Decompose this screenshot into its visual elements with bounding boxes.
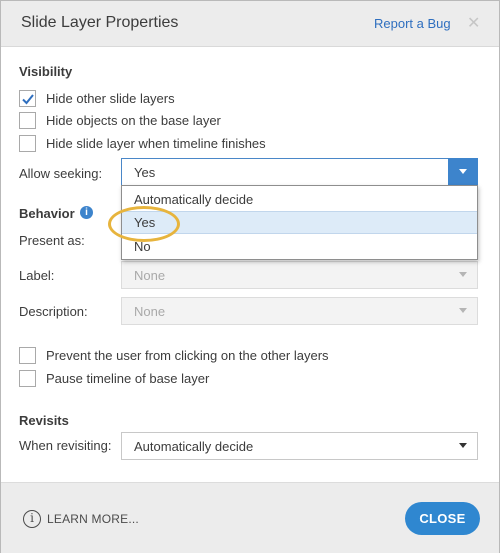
description-select: None	[121, 297, 478, 325]
present-as-label: Present as:	[19, 233, 85, 248]
prevent-clicking-label: Prevent the user from clicking on the ot…	[46, 347, 329, 363]
hide-other-layers-checkbox[interactable]	[19, 89, 36, 107]
hide-other-layers-option[interactable]: Hide other slide layers	[19, 89, 175, 107]
hide-when-timeline-finishes-option[interactable]: Hide slide layer when timeline finishes	[19, 134, 266, 152]
report-bug-link[interactable]: Report a Bug	[374, 16, 451, 31]
allow-seeking-value: Yes	[134, 165, 156, 180]
chevron-down-icon	[459, 272, 467, 277]
dropdown-option-no[interactable]: No	[122, 235, 477, 258]
close-button[interactable]: CLOSE	[405, 502, 480, 535]
label-field-label: Label:	[19, 268, 55, 283]
close-icon[interactable]: ✕	[467, 13, 480, 33]
hide-other-layers-label: Hide other slide layers	[46, 90, 175, 106]
allow-seeking-dropdown-menu: Automatically decide Yes No	[121, 185, 478, 260]
behavior-heading: Behavior	[19, 206, 75, 221]
learn-more-link[interactable]: i LEARN MORE...	[23, 510, 139, 528]
chevron-down-icon	[459, 169, 467, 174]
description-select-value: None	[134, 304, 166, 319]
checkmark-icon	[22, 93, 34, 104]
label-select: None	[121, 261, 478, 289]
chevron-down-icon	[459, 443, 467, 448]
dialog-titlebar: Slide Layer Properties Report a Bug ✕	[1, 1, 499, 47]
pause-base-timeline-label: Pause timeline of base layer	[46, 370, 210, 386]
info-circle-icon: i	[23, 510, 41, 528]
dialog-title: Slide Layer Properties	[21, 14, 179, 31]
hide-base-layer-objects-label: Hide objects on the base layer	[46, 112, 221, 128]
hide-when-timeline-finishes-checkbox[interactable]	[19, 134, 36, 152]
allow-seeking-label: Allow seeking:	[19, 166, 103, 181]
dialog-footer: i LEARN MORE... CLOSE	[1, 482, 499, 553]
pause-base-timeline-option[interactable]: Pause timeline of base layer	[19, 369, 209, 387]
when-revisiting-value: Automatically decide	[134, 439, 254, 454]
revisits-heading: Revisits	[19, 413, 69, 428]
when-revisiting-label: When revisiting:	[19, 438, 112, 453]
dropdown-option-yes[interactable]: Yes	[122, 211, 477, 234]
hide-base-layer-objects-option[interactable]: Hide objects on the base layer	[19, 111, 221, 129]
hide-base-layer-objects-checkbox[interactable]	[19, 111, 36, 129]
prevent-clicking-checkbox[interactable]	[19, 346, 36, 364]
visibility-heading: Visibility	[19, 64, 73, 79]
slide-layer-properties-dialog: Slide Layer Properties Report a Bug ✕ Vi…	[0, 0, 500, 553]
info-icon[interactable]: i	[80, 206, 93, 219]
pause-base-timeline-checkbox[interactable]	[19, 369, 36, 387]
allow-seeking-dropdown-button[interactable]	[448, 158, 478, 186]
hide-when-timeline-finishes-label: Hide slide layer when timeline finishes	[46, 135, 266, 151]
chevron-down-icon	[459, 308, 467, 313]
description-field-label: Description:	[19, 304, 88, 319]
dropdown-option-automatically-decide[interactable]: Automatically decide	[122, 188, 477, 211]
prevent-clicking-option[interactable]: Prevent the user from clicking on the ot…	[19, 346, 329, 364]
label-select-value: None	[134, 268, 166, 283]
allow-seeking-select[interactable]: Yes	[121, 158, 478, 186]
learn-more-label: LEARN MORE...	[47, 512, 139, 526]
when-revisiting-select[interactable]: Automatically decide	[121, 432, 478, 460]
